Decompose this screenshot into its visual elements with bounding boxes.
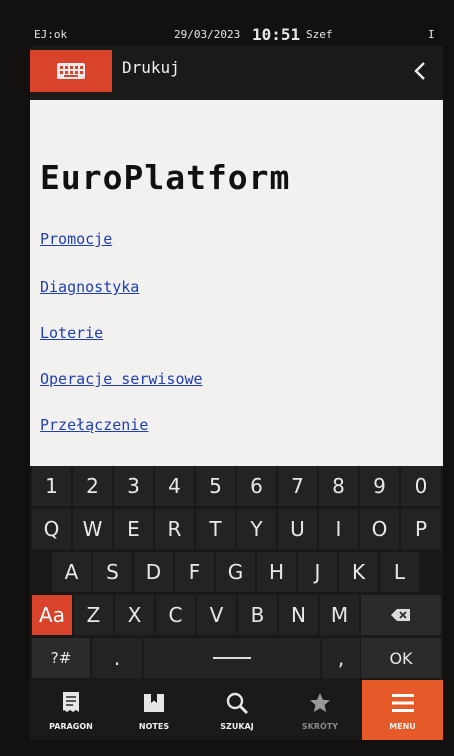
key-g[interactable]: G: [216, 552, 255, 592]
key-p[interactable]: P: [401, 509, 441, 549]
letter-row-3: Aa Z X C V B N M: [30, 595, 443, 637]
key-6[interactable]: 6: [237, 466, 276, 506]
letter-row-1: Q W E R T Y U I O P: [30, 509, 443, 551]
back-button[interactable]: [405, 56, 435, 86]
nav-skroty[interactable]: SKRÓTY: [279, 680, 361, 740]
status-user: Szef: [306, 28, 333, 41]
key-i[interactable]: I: [319, 509, 358, 549]
bottom-key-row: ?# . , OK: [30, 638, 443, 680]
nav-notes-label: NOTES: [138, 721, 170, 731]
menu-icon: [390, 690, 416, 716]
status-bar: EJ:ok 29/03/2023 10:51 Szef I: [30, 24, 443, 46]
key-v[interactable]: V: [197, 595, 236, 635]
key-o[interactable]: O: [360, 509, 399, 549]
space-key[interactable]: [144, 638, 320, 678]
key-9[interactable]: 9: [360, 466, 399, 506]
period-key[interactable]: .: [92, 638, 142, 678]
nav-szukaj[interactable]: SZUKAJ: [196, 680, 278, 740]
key-h[interactable]: H: [257, 552, 296, 592]
key-k[interactable]: K: [339, 552, 378, 592]
keyboard-icon: [57, 63, 85, 79]
nav-skroty-label: SKRÓTY: [301, 721, 339, 731]
link-przelaczenie[interactable]: Przełączenie: [40, 416, 148, 434]
ok-key[interactable]: OK: [361, 638, 441, 678]
key-c[interactable]: C: [156, 595, 195, 635]
bookmark-icon: [141, 690, 167, 716]
title-bar: Drukuj: [30, 46, 443, 92]
nav-notes[interactable]: NOTES: [113, 680, 195, 740]
key-r[interactable]: R: [155, 509, 194, 549]
brand-heading: EuroPlatform: [40, 158, 291, 197]
link-diagnostyka[interactable]: Diagnostyka: [40, 278, 139, 296]
on-screen-keyboard: 1 2 3 4 5 6 7 8 9 0 Q W E R T Y U I O P …: [30, 466, 443, 680]
backspace-icon: [391, 609, 410, 621]
key-7[interactable]: 7: [278, 466, 317, 506]
star-icon: [307, 690, 333, 716]
key-4[interactable]: 4: [155, 466, 194, 506]
status-time: 10:51: [252, 25, 301, 44]
chevron-left-icon: [414, 62, 425, 80]
nav-menu[interactable]: MENU: [362, 680, 443, 740]
key-0[interactable]: 0: [401, 466, 441, 506]
receipt-icon: [58, 690, 84, 716]
key-8[interactable]: 8: [319, 466, 358, 506]
key-u[interactable]: U: [278, 509, 317, 549]
nav-paragon[interactable]: PARAGON: [30, 680, 112, 740]
key-l[interactable]: L: [380, 552, 419, 592]
link-loterie[interactable]: Loterie: [40, 324, 103, 342]
key-n[interactable]: N: [279, 595, 318, 635]
key-2[interactable]: 2: [73, 466, 112, 506]
key-e[interactable]: E: [114, 509, 153, 549]
letter-row-2: A S D F G H J K L: [30, 552, 443, 594]
key-3[interactable]: 3: [114, 466, 153, 506]
key-s[interactable]: S: [93, 552, 132, 592]
nav-menu-label: MENU: [389, 721, 416, 731]
key-m[interactable]: M: [320, 595, 359, 635]
page-title: Drukuj: [122, 58, 180, 77]
symbols-key[interactable]: ?#: [32, 638, 90, 678]
content-panel: EuroPlatform Promocje Diagnostyka Loteri…: [30, 100, 443, 466]
key-a[interactable]: A: [52, 552, 91, 592]
key-f[interactable]: F: [175, 552, 214, 592]
key-z[interactable]: Z: [74, 595, 113, 635]
key-q[interactable]: Q: [32, 509, 71, 549]
key-t[interactable]: T: [196, 509, 235, 549]
key-w[interactable]: W: [73, 509, 112, 549]
status-date: 29/03/2023: [174, 28, 241, 41]
screen: EJ:ok 29/03/2023 10:51 Szef I Drukuj Eur…: [30, 24, 443, 740]
number-row: 1 2 3 4 5 6 7 8 9 0: [30, 466, 443, 508]
comma-key[interactable]: ,: [322, 638, 360, 678]
bottom-nav: PARAGON NOTES SZUKAJ SKRÓTY MENU: [30, 680, 443, 740]
key-5[interactable]: 5: [196, 466, 235, 506]
shift-key[interactable]: Aa: [32, 595, 72, 635]
keyboard-toggle-button[interactable]: [30, 50, 112, 92]
key-1[interactable]: 1: [32, 466, 71, 506]
key-d[interactable]: D: [134, 552, 173, 592]
link-promocje[interactable]: Promocje: [40, 230, 112, 248]
key-j[interactable]: J: [298, 552, 337, 592]
backspace-key[interactable]: [361, 595, 441, 635]
link-operacje-serwisowe[interactable]: Operacje serwisowe: [40, 370, 203, 388]
key-x[interactable]: X: [115, 595, 154, 635]
space-bar-line: [213, 657, 251, 659]
key-y[interactable]: Y: [237, 509, 276, 549]
nav-paragon-label: PARAGON: [49, 721, 93, 731]
search-icon: [224, 690, 250, 716]
status-ej: EJ:ok: [34, 28, 68, 41]
device: EJ:ok 29/03/2023 10:51 Szef I Drukuj Eur…: [0, 0, 454, 756]
key-b[interactable]: B: [238, 595, 277, 635]
nav-szukaj-label: SZUKAJ: [220, 721, 254, 731]
status-indicator: I: [428, 28, 435, 41]
